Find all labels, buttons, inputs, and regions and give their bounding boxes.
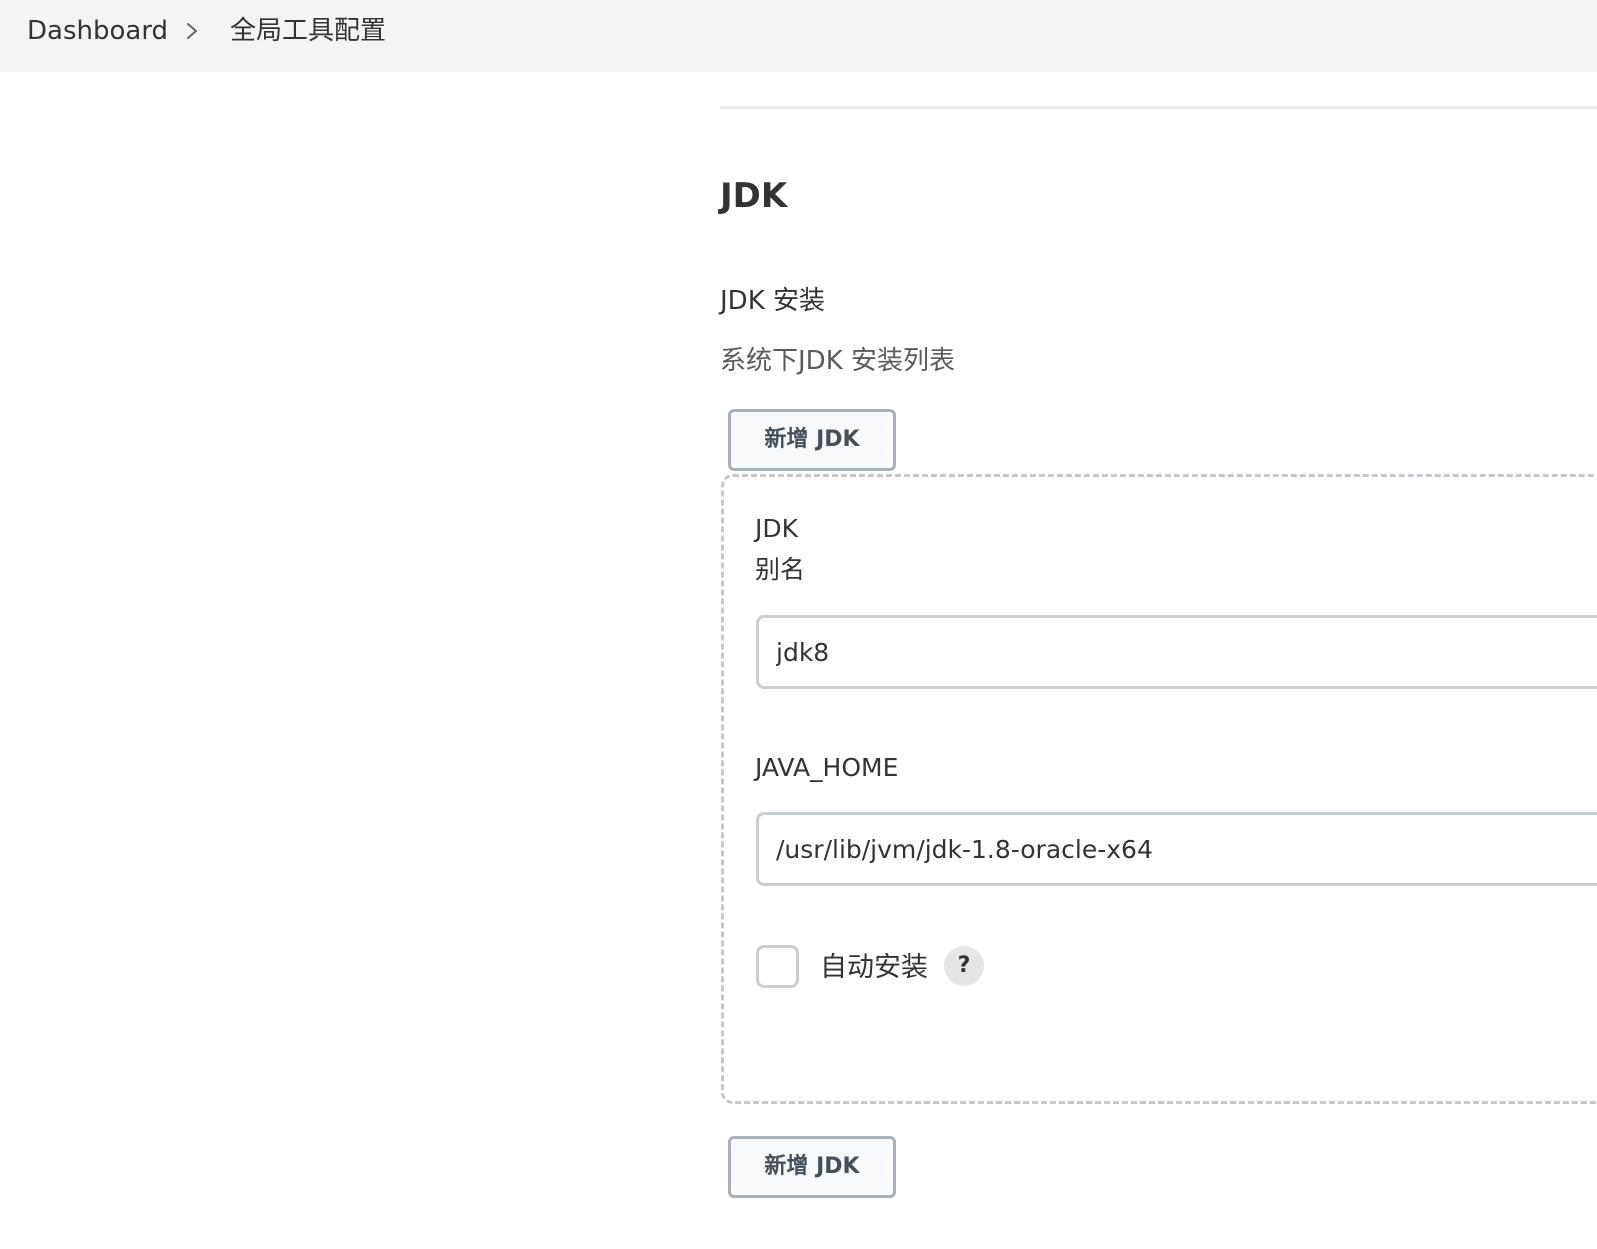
help-icon[interactable]: ? [944, 946, 984, 986]
add-jdk-button-bottom[interactable]: 新增 JDK [728, 1136, 896, 1198]
java-home-label: JAVA_HOME [755, 753, 899, 782]
breadcrumb-dashboard-link[interactable]: Dashboard [27, 14, 168, 48]
chevron-right-icon [187, 23, 197, 39]
section-title: JDK [720, 176, 788, 216]
jdk-installations-description: 系统下JDK 安装列表 [720, 346, 956, 376]
java-home-input[interactable] [756, 812, 1597, 886]
add-jdk-button[interactable]: 新增 JDK [728, 409, 896, 471]
alias-label: 别名 [755, 555, 806, 584]
breadcrumb-bar: Dashboard 全局工具配置 [0, 0, 1597, 72]
jdk-installation-item [721, 474, 1597, 1104]
auto-install-checkbox[interactable] [756, 945, 799, 988]
section-divider [720, 106, 1597, 109]
auto-install-label[interactable]: 自动安装 [820, 950, 928, 986]
alias-input[interactable] [756, 615, 1597, 689]
breadcrumb-current[interactable]: 全局工具配置 [230, 14, 386, 48]
jdk-item-header: JDK [755, 514, 799, 543]
jdk-installations-title: JDK 安装 [720, 286, 826, 316]
